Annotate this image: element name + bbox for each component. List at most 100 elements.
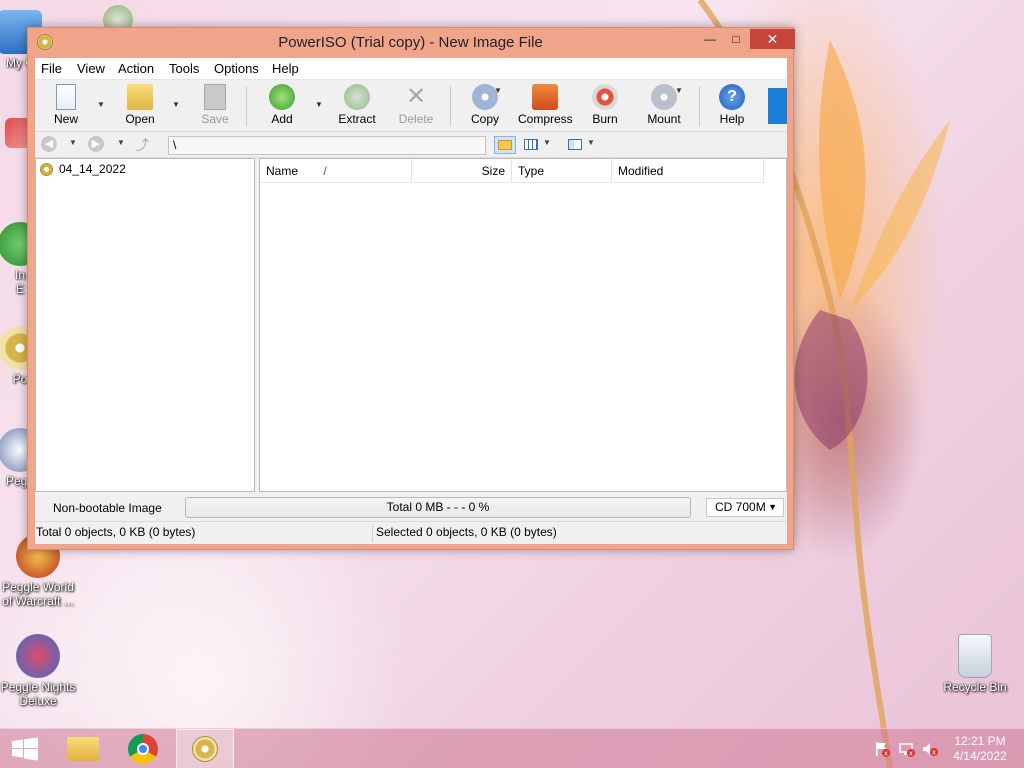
clock-date: 4/14/2022 bbox=[953, 749, 1007, 763]
title-bar[interactable]: PowerISO (Trial copy) - New Image File —… bbox=[28, 28, 795, 58]
start-button[interactable] bbox=[10, 737, 40, 761]
maximize-button[interactable]: □ bbox=[723, 29, 749, 49]
taskbar-chrome[interactable] bbox=[114, 729, 172, 768]
file-list[interactable]: Name / Size Type Modified bbox=[259, 158, 787, 492]
add-button[interactable]: Add bbox=[265, 84, 299, 130]
compress-icon bbox=[532, 84, 558, 110]
network-icon[interactable]: x bbox=[899, 741, 915, 758]
forward-button[interactable]: ▶ bbox=[88, 136, 104, 152]
up-folder-icon[interactable]: ⤴ bbox=[135, 135, 149, 155]
menu-tools[interactable]: Tools bbox=[169, 61, 199, 76]
help-icon: ? bbox=[719, 84, 745, 110]
poweriso-window: PowerISO (Trial copy) - New Image File —… bbox=[27, 27, 795, 550]
new-button[interactable]: New bbox=[49, 84, 83, 130]
close-button[interactable]: ✕ bbox=[750, 29, 795, 49]
burn-disc-icon bbox=[592, 84, 618, 110]
tree-node-label: 04_14_2022 bbox=[59, 162, 126, 176]
add-icon bbox=[269, 84, 295, 110]
chevron-down-icon: ▼ bbox=[768, 502, 777, 512]
capacity-progress-bar: Total 0 MB - - - 0 % bbox=[185, 497, 691, 518]
desktop-icon-label: Peggle World of Warcraft ... bbox=[2, 580, 74, 608]
tree-node-root[interactable]: 04_14_2022 bbox=[40, 162, 126, 176]
open-dropdown-arrow[interactable]: ▼ bbox=[171, 100, 181, 109]
view-mode-dropdown-arrow[interactable]: ▼ bbox=[543, 138, 551, 147]
column-header-name[interactable]: Name / bbox=[260, 159, 412, 183]
desktop-icon-label: Recycle Bin bbox=[943, 680, 1007, 694]
toolbar-separator bbox=[246, 86, 247, 126]
desktop-icon-peggle-nights[interactable]: Peggle Nights Deluxe bbox=[0, 634, 78, 708]
boot-status: Non-bootable Image bbox=[53, 501, 162, 515]
delete-x-icon: ✕ bbox=[405, 83, 427, 110]
menu-view[interactable]: View bbox=[77, 61, 105, 76]
menu-help[interactable]: Help bbox=[272, 61, 299, 76]
path-input[interactable]: \ bbox=[168, 136, 486, 155]
open-folder-icon bbox=[127, 84, 153, 110]
extract-button[interactable]: Extract bbox=[337, 84, 377, 130]
taskbar-file-explorer[interactable] bbox=[54, 729, 112, 768]
extract-icon bbox=[344, 84, 370, 110]
svg-text:x: x bbox=[932, 749, 936, 757]
menu-action[interactable]: Action bbox=[118, 61, 154, 76]
folder-icon bbox=[67, 737, 99, 761]
toolbar: New ▼ Open ▼ Save Add ▼ Extract ✕ Delete… bbox=[35, 80, 787, 132]
compress-button[interactable]: Compress bbox=[518, 84, 573, 130]
folder-view-button[interactable] bbox=[494, 136, 516, 154]
peggle-nights-icon bbox=[16, 634, 60, 678]
capacity-select[interactable]: CD 700M ▼ bbox=[706, 498, 784, 517]
back-dropdown-arrow[interactable]: ▼ bbox=[69, 138, 77, 147]
minimize-button[interactable]: — bbox=[697, 29, 723, 49]
burn-button[interactable]: Burn bbox=[588, 84, 622, 130]
system-clock[interactable]: 12:21 PM 4/14/2022 bbox=[940, 734, 1020, 764]
clock-time: 12:21 PM bbox=[954, 734, 1006, 748]
status-total: Total 0 objects, 0 KB (0 bytes) bbox=[35, 525, 373, 542]
folder-icon bbox=[498, 140, 512, 150]
mount-dropdown-arrow[interactable]: ▼ bbox=[674, 86, 684, 95]
layout-button[interactable] bbox=[566, 136, 584, 154]
capacity-value: CD 700M bbox=[715, 500, 766, 514]
taskbar-poweriso[interactable] bbox=[176, 729, 234, 768]
windows-logo-icon bbox=[12, 737, 38, 761]
save-disk-icon bbox=[204, 84, 226, 110]
layout-dropdown-arrow[interactable]: ▼ bbox=[587, 138, 595, 147]
toolbar-separator bbox=[450, 86, 451, 126]
action-center-flag-icon[interactable]: x bbox=[874, 741, 890, 758]
save-button[interactable]: Save bbox=[198, 84, 232, 130]
window-title: PowerISO (Trial copy) - New Image File bbox=[278, 34, 543, 51]
new-dropdown-arrow[interactable]: ▼ bbox=[96, 100, 106, 109]
folder-tree[interactable]: 04_14_2022 bbox=[35, 158, 255, 492]
column-header-type[interactable]: Type bbox=[512, 159, 612, 183]
menu-options[interactable]: Options bbox=[214, 61, 259, 76]
desktop-icon-recycle-bin[interactable]: Recycle Bin bbox=[935, 634, 1015, 694]
svg-text:x: x bbox=[884, 750, 888, 758]
grid-view-icon bbox=[524, 139, 538, 150]
delete-button[interactable]: ✕ Delete bbox=[396, 84, 436, 130]
image-status-bar: Non-bootable Image Total 0 MB - - - 0 % … bbox=[35, 494, 787, 520]
back-button[interactable]: ◀ bbox=[41, 136, 57, 152]
poweriso-icon bbox=[192, 736, 218, 762]
chrome-icon bbox=[128, 734, 158, 764]
window-client: File View Action Tools Options Help New … bbox=[35, 58, 787, 544]
address-bar: ◀ ▼ ▶ ▼ ⤴ \ ▼ ▼ bbox=[35, 132, 787, 158]
help-button[interactable]: ? Help bbox=[715, 84, 749, 130]
copy-dropdown-arrow[interactable]: ▼ bbox=[493, 86, 503, 95]
menu-bar: File View Action Tools Options Help bbox=[35, 58, 787, 80]
svg-text:x: x bbox=[909, 750, 913, 758]
desktop-icon-label: Peggle Nights Deluxe bbox=[0, 680, 76, 708]
forward-dropdown-arrow[interactable]: ▼ bbox=[117, 138, 125, 147]
column-header-size[interactable]: Size bbox=[412, 159, 512, 183]
status-bar: Total 0 objects, 0 KB (0 bytes) Selected… bbox=[35, 521, 787, 543]
menu-file[interactable]: File bbox=[41, 61, 62, 76]
sort-indicator: / bbox=[323, 164, 327, 178]
disc-icon bbox=[40, 162, 53, 176]
status-selected: Selected 0 objects, 0 KB (0 bytes) bbox=[376, 525, 557, 539]
recycle-bin-icon bbox=[958, 634, 992, 678]
extra-toolbar-icon[interactable] bbox=[768, 88, 787, 124]
column-header-modified[interactable]: Modified bbox=[612, 159, 764, 183]
open-button[interactable]: Open bbox=[123, 84, 157, 130]
view-mode-button[interactable] bbox=[522, 136, 540, 154]
taskbar: x x x 12:21 PM 4/14/2022 bbox=[0, 728, 1024, 768]
add-dropdown-arrow[interactable]: ▼ bbox=[314, 100, 324, 109]
layout-icon bbox=[568, 139, 582, 150]
toolbar-separator bbox=[699, 86, 700, 126]
volume-muted-icon[interactable]: x bbox=[922, 741, 938, 757]
